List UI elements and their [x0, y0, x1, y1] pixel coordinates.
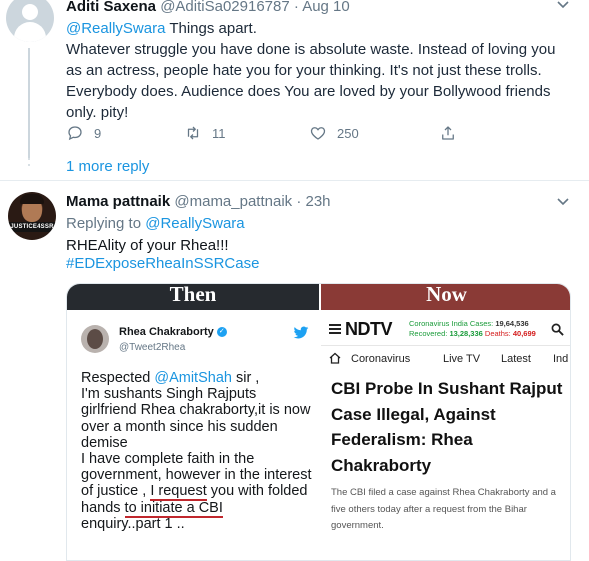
- author-name[interactable]: Aditi Saxena: [66, 0, 156, 15]
- search-icon: [551, 323, 564, 336]
- tweet-header: Mama pattnaik @mama_pattnaik · 23h: [66, 193, 331, 210]
- verified-badge-icon: ✓: [216, 327, 227, 338]
- ndtv-nav-item: Ind: [553, 353, 569, 365]
- deaths-label: Deaths:: [484, 329, 511, 338]
- ndtv-nav-item: Live TV: [443, 353, 481, 365]
- avatar-tag-text: JUSTICE4SSR: [8, 222, 56, 232]
- retweet-icon: [187, 126, 199, 140]
- avatar-hair: [20, 194, 44, 204]
- then-banner: Then: [67, 284, 319, 310]
- tweet-body: @ReallySwara Things apart. Whatever stru…: [66, 18, 566, 123]
- avatar-placeholder-head: [22, 4, 38, 20]
- covid-stats: Coronavirus India Cases: 19,64,536 Recov…: [409, 319, 536, 339]
- tweet-text: Whatever struggle you have done is absol…: [66, 41, 556, 121]
- replying-to-handle[interactable]: @ReallySwara: [145, 215, 244, 232]
- tweet-media-image[interactable]: Then Rhea Chakraborty ✓ @Tweet2Rhea Respe…: [66, 283, 571, 561]
- ndtv-headline: CBI Probe In Sushant Rajput Case Illegal…: [331, 379, 563, 475]
- tweet-actions: 9 11 250: [66, 124, 486, 144]
- replying-to-label: Replying to: [66, 215, 146, 232]
- covid-india-value: 19,64,536: [495, 319, 529, 328]
- underlined-request: I request: [150, 483, 207, 502]
- embedded-tweet-body: Respected @AmitShah sir , I'm sushants S…: [81, 370, 313, 532]
- now-banner: Now: [321, 284, 570, 310]
- tweet-text-lead: Things apart.: [165, 20, 257, 37]
- ndtv-nav: Coronavirus Live TV Latest Ind: [321, 346, 570, 372]
- then-panel: Then Rhea Chakraborty ✓ @Tweet2Rhea Respe…: [67, 284, 319, 560]
- reply-count: 9: [94, 125, 102, 141]
- recovered-value: 13,28,336: [449, 329, 483, 338]
- chevron-down-icon[interactable]: [556, 0, 570, 10]
- author-handle-time[interactable]: @mama_pattnaik · 23h: [174, 193, 330, 210]
- recovered-label: Recovered:: [409, 329, 448, 338]
- ndtv-logo: NDTV: [345, 319, 393, 340]
- replying-to: Replying to @ReallySwara: [66, 215, 245, 232]
- home-icon: [329, 352, 341, 364]
- embedded-avatar: [81, 325, 109, 353]
- embedded-handle: @Tweet2Rhea: [119, 342, 186, 353]
- avatar-placeholder-body: [14, 22, 46, 42]
- embedded-author: Rhea Chakraborty ✓: [119, 326, 227, 338]
- covid-india-label: Coronavirus India Cases:: [409, 319, 494, 328]
- thread-dots: [26, 152, 32, 166]
- ndtv-nav-item: Latest: [501, 353, 531, 365]
- reply-icon: [68, 126, 82, 141]
- author-handle-date[interactable]: @AditiSa02916787 · Aug 10: [160, 0, 350, 15]
- ndtv-header: NDTV Coronavirus India Cases: 19,64,536 …: [321, 314, 570, 346]
- deaths-value: 40,699: [512, 329, 536, 338]
- ndtv-nav-item: Coronavirus: [351, 353, 411, 365]
- like-count: 250: [337, 125, 359, 141]
- more-replies-link[interactable]: 1 more reply: [66, 158, 149, 175]
- avatar[interactable]: JUSTICE4SSR: [8, 192, 56, 240]
- embedded-mention: @AmitShah: [154, 370, 232, 386]
- ndtv-summary: The CBI filed a case against Rhea Chakra…: [331, 487, 556, 531]
- author-name[interactable]: Mama pattnaik: [66, 193, 170, 210]
- heart-icon: [310, 127, 326, 140]
- mention-link[interactable]: @ReallySwara: [66, 20, 165, 37]
- share-button[interactable]: [439, 124, 457, 142]
- twitter-bird-icon: [293, 326, 309, 339]
- like-button[interactable]: 250: [309, 124, 359, 142]
- avatar[interactable]: [6, 0, 54, 42]
- tweet-text: RHEAlity of your Rhea!!!: [66, 237, 229, 254]
- menu-icon: [329, 324, 341, 334]
- chevron-down-icon[interactable]: [556, 197, 570, 207]
- embedded-text-part1: sir , I'm sushants Singh Rajputs girlfri…: [81, 370, 312, 500]
- reply-button[interactable]: 9: [66, 124, 101, 142]
- tweet-header: Aditi Saxena @AditiSa02916787 · Aug 10: [66, 0, 350, 15]
- share-icon: [442, 126, 454, 140]
- retweet-count: 11: [212, 125, 226, 141]
- retweet-button[interactable]: 11: [184, 124, 226, 142]
- now-panel: Now NDTV Coronavirus India Cases: 19,64,…: [321, 284, 570, 560]
- ndtv-logo-text: NDTV: [345, 319, 393, 339]
- embedded-author-name: Rhea Chakraborty: [119, 326, 214, 338]
- thread-connector-line: [28, 48, 30, 158]
- hashtag-link[interactable]: #EDExposeRheaInSSRCase: [66, 255, 259, 272]
- tweet-divider: [0, 180, 589, 181]
- embedded-text-start: Respected: [81, 370, 155, 386]
- embedded-text-part3: enquiry..part 1 ..: [81, 515, 185, 532]
